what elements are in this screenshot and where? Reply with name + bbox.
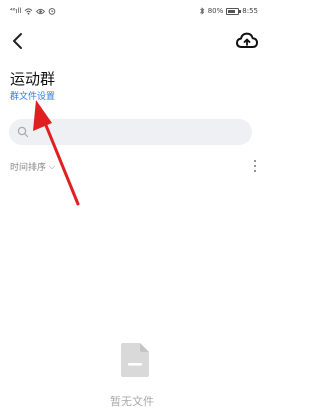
bluetooth-icon — [199, 7, 204, 15]
eye-icon — [36, 8, 46, 14]
status-left: ⁴⁶ıll — [10, 7, 56, 15]
chevron-down-icon: ⌵ — [49, 161, 56, 171]
cloud-upload-icon[interactable] — [235, 30, 259, 52]
battery-percent: 80% — [207, 7, 224, 15]
more-options-icon[interactable] — [252, 158, 258, 174]
group-file-settings-link[interactable]: 群文件设置 — [10, 89, 55, 102]
sort-label: 时间排序 — [10, 163, 47, 173]
signal-icon: ⁴⁶ıll — [10, 7, 22, 15]
alarm-icon — [49, 8, 56, 15]
battery-icon — [226, 7, 242, 15]
empty-state-text: 暂无文件 — [110, 395, 154, 408]
file-icon — [121, 343, 149, 377]
clock: 8:55 — [242, 7, 258, 15]
search-icon — [17, 126, 29, 138]
sort-dropdown[interactable]: 时间排序 ⌵ — [10, 160, 56, 174]
wifi-icon — [25, 7, 33, 15]
status-right: 80% 8:55 — [199, 7, 258, 15]
group-title: 运动群 — [10, 70, 56, 88]
search-bar[interactable] — [9, 119, 252, 145]
nav-bar — [0, 26, 264, 56]
status-bar: ⁴⁶ıll 80% 8:55 — [0, 0, 264, 24]
back-icon[interactable] — [8, 30, 30, 52]
